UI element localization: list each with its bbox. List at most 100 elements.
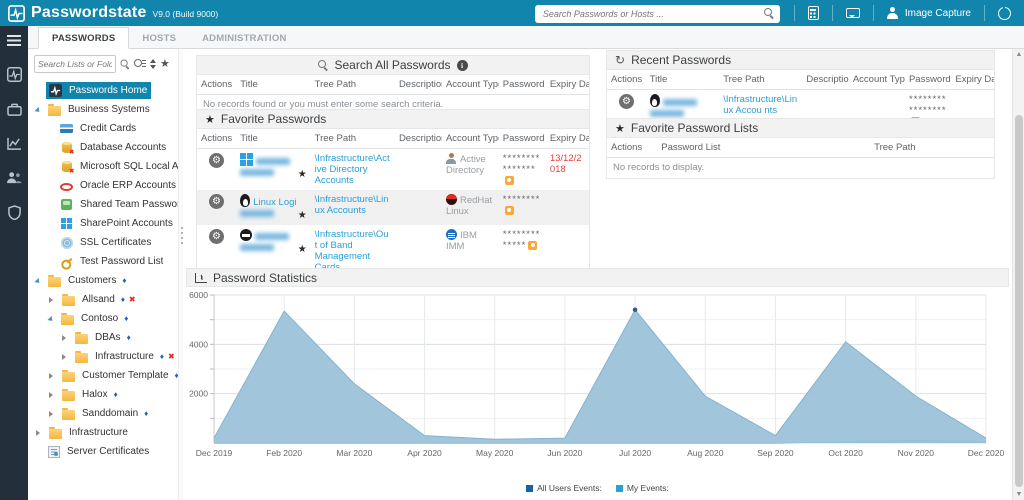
column-header[interactable]: Tree Path (870, 138, 994, 158)
column-header[interactable]: Tree Path (719, 70, 802, 90)
cell-account-type: RedHat Linux (442, 190, 499, 225)
column-header[interactable]: Title (646, 70, 720, 90)
tree-item-test-password-list[interactable]: Test Password List (34, 252, 178, 271)
expand-icon[interactable] (62, 335, 69, 341)
tree-item-label: Passwords Home (69, 85, 147, 96)
global-search-input[interactable] (535, 5, 780, 23)
tree-item-allsand[interactable]: Allsand♦✖ (34, 290, 178, 309)
sidebar-search-icon[interactable] (121, 60, 130, 69)
tree-path-link[interactable]: \Infrastructure\Linux Accounts (315, 194, 389, 216)
column-header[interactable]: Actions (197, 75, 236, 95)
tree-item-shared-team-passwords[interactable]: Shared Team Passwords (34, 195, 178, 214)
passwords-nav-icon[interactable] (7, 67, 22, 82)
favorites-star-icon[interactable]: ★ (160, 59, 170, 70)
column-header[interactable]: Password (499, 75, 546, 95)
tree-item-microsoft-sql-local-accounts[interactable]: Microsoft SQL Local Accounts (34, 157, 178, 176)
tree-item-database-accounts[interactable]: Database Accounts (34, 138, 178, 157)
tab-hosts[interactable]: HOSTS (129, 28, 189, 48)
column-header[interactable]: Description (395, 75, 442, 95)
tree-path-link[interactable]: \Infrastructure\Linux Accou nts (723, 94, 797, 116)
tree-item-sharepoint-accounts[interactable]: SharePoint Accounts (34, 214, 178, 233)
sidebar-search-input[interactable] (34, 55, 116, 73)
diamond-icon: ♦ (160, 352, 164, 361)
favorite-star-icon[interactable]: ★ (298, 244, 307, 255)
tree-item-credit-cards[interactable]: Credit Cards (34, 119, 178, 138)
tree-item-infrastructure[interactable]: Infrastructure♦✖ (34, 347, 178, 366)
column-header[interactable]: Expiry Date (951, 70, 994, 90)
reports-nav-icon[interactable] (7, 137, 22, 150)
users-nav-icon[interactable] (6, 171, 22, 184)
scrollbar-thumb[interactable] (1015, 115, 1023, 487)
actions-menu-button[interactable]: ⚙ (209, 153, 224, 168)
actions-menu-button[interactable]: ⚙ (209, 194, 224, 209)
column-header[interactable]: Password (499, 129, 546, 149)
collapse-icon[interactable] (47, 315, 56, 324)
column-header[interactable]: Account Type (442, 129, 499, 149)
copy-password-icon[interactable] (528, 241, 537, 250)
image-capture-button[interactable]: Image Capture (874, 0, 984, 26)
copy-password-icon[interactable] (505, 206, 514, 215)
info-icon[interactable]: i (457, 60, 468, 71)
tab-passwords[interactable]: PASSWORDS (38, 27, 129, 49)
column-header[interactable]: Title (236, 129, 310, 149)
collapse-icon[interactable] (34, 106, 43, 115)
column-header[interactable]: Expiry Date (546, 75, 589, 95)
column-header[interactable]: Tree Path (311, 75, 395, 95)
tree-item-customers[interactable]: Customers♦ (34, 271, 178, 290)
expand-icon[interactable] (49, 392, 56, 398)
logout-button[interactable] (985, 0, 1024, 26)
advanced-search-icon[interactable] (134, 58, 146, 70)
menu-icon[interactable] (7, 35, 21, 46)
mobile-access-button[interactable] (795, 0, 832, 26)
scroll-up-icon[interactable]: ▲ (1015, 51, 1023, 58)
password-title-link[interactable]: Linux Logi (253, 197, 296, 208)
vertical-scrollbar[interactable]: ▲ ▼ (1012, 49, 1024, 500)
column-header[interactable]: Account Type (849, 70, 905, 90)
expand-icon[interactable] (49, 373, 56, 379)
tree-item-halox[interactable]: Halox♦ (34, 385, 178, 404)
actions-menu-button[interactable]: ⚙ (209, 229, 224, 244)
tree-item-ssl-certificates[interactable]: SSL Certificates (34, 233, 178, 252)
copy-password-icon[interactable] (505, 176, 514, 185)
tree-item-sanddomain[interactable]: Sanddomain♦ (34, 404, 178, 423)
collapse-icon[interactable] (34, 277, 43, 286)
tree-item-server-certificates[interactable]: Server Certificates (34, 442, 178, 461)
expand-icon[interactable] (49, 411, 56, 417)
favorite-star-icon[interactable]: ★ (298, 169, 307, 180)
global-search (535, 4, 780, 23)
hosts-nav-icon[interactable] (7, 103, 22, 116)
database-x-icon (62, 161, 72, 172)
column-header[interactable]: Account Type (442, 75, 499, 95)
feedback-button[interactable] (833, 0, 873, 26)
column-header[interactable]: Tree Path (311, 129, 395, 149)
tree-item-contoso[interactable]: Contoso♦ (34, 309, 178, 328)
favorite-star-icon[interactable]: ★ (298, 210, 307, 221)
column-header[interactable]: Title (236, 75, 310, 95)
tree-path-link[interactable]: \Infrastructure\Active Directory Account… (315, 153, 390, 186)
column-header[interactable]: Actions (607, 70, 646, 90)
tree-item-business-systems[interactable]: Business Systems (34, 100, 178, 119)
expand-icon[interactable] (49, 297, 56, 303)
panel-title: Favorite Password Lists (631, 121, 758, 135)
column-header[interactable]: Expiry Date (546, 129, 589, 149)
column-header[interactable]: Actions (607, 138, 657, 158)
tab-administration[interactable]: ADMINISTRATION (189, 28, 299, 48)
security-nav-icon[interactable] (8, 205, 21, 220)
tree-item-dbas[interactable]: DBAs♦ (34, 328, 178, 347)
expand-icon[interactable] (36, 430, 43, 436)
tree-item-infrastructure[interactable]: Infrastructure (34, 423, 178, 442)
search-icon[interactable] (764, 8, 774, 18)
tree-path-link[interactable]: \Infrastructure\Out of Band Management C… (315, 229, 389, 273)
column-header[interactable]: Description (802, 70, 848, 90)
actions-menu-button[interactable]: ⚙ (619, 94, 634, 109)
column-header[interactable]: Actions (197, 129, 236, 149)
tree-item-customer-template[interactable]: Customer Template♦ (34, 366, 178, 385)
column-header[interactable]: Password List (657, 138, 870, 158)
tree-item-oracle-erp-accounts[interactable]: Oracle ERP Accounts (34, 176, 178, 195)
scroll-down-icon[interactable]: ▼ (1015, 491, 1023, 498)
expand-collapse-icon[interactable] (150, 59, 156, 69)
column-header[interactable]: Password (905, 70, 951, 90)
column-header[interactable]: Description (395, 129, 442, 149)
expand-icon[interactable] (62, 354, 69, 360)
tree-item-passwords-home[interactable]: Passwords Home (34, 81, 178, 100)
